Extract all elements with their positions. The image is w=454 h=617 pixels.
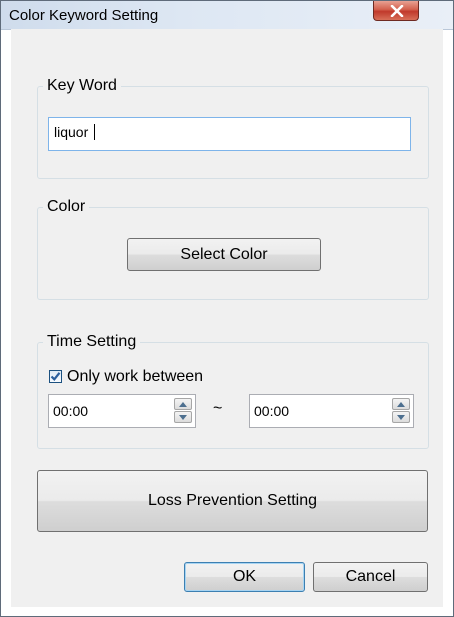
arrow-up-icon [397,402,405,407]
start-time-value: 00:00 [53,403,89,419]
text-caret [94,124,96,140]
time-setting-legend: Time Setting [47,333,137,350]
start-time-spinner[interactable]: 00:00 [48,394,196,428]
select-color-button[interactable]: Select Color [127,238,321,271]
close-icon [390,5,404,17]
keyword-legend: Key Word [47,77,117,94]
checkmark-icon [50,372,61,381]
arrow-down-icon [179,415,187,420]
time-range-separator: ~ [213,400,223,417]
ok-button[interactable]: OK [184,562,305,592]
start-time-spin-buttons [174,398,192,424]
only-work-label: Only work between [67,368,204,385]
only-work-checkbox[interactable] [49,370,62,383]
color-legend: Color [47,198,86,215]
end-time-down-button[interactable] [392,411,410,423]
arrow-up-icon [179,402,187,407]
title-bar[interactable]: Color Keyword Setting [1,1,453,30]
window-title: Color Keyword Setting [9,7,159,24]
loss-prevention-button[interactable]: Loss Prevention Setting [37,470,428,532]
end-time-spin-buttons [392,398,410,424]
dialog-window: Color Keyword Setting Key Word liquor Co… [0,0,454,617]
end-time-up-button[interactable] [392,398,410,410]
cancel-button[interactable]: Cancel [313,562,428,592]
keyword-input-value: liquor [54,124,93,140]
keyword-input[interactable]: liquor [48,117,411,151]
start-time-up-button[interactable] [174,398,192,410]
arrow-down-icon [397,415,405,420]
time-setting-group: Time Setting [37,333,429,449]
end-time-spinner[interactable]: 00:00 [249,394,414,428]
start-time-down-button[interactable] [174,411,192,423]
close-button[interactable] [373,1,419,21]
end-time-value: 00:00 [254,403,290,419]
